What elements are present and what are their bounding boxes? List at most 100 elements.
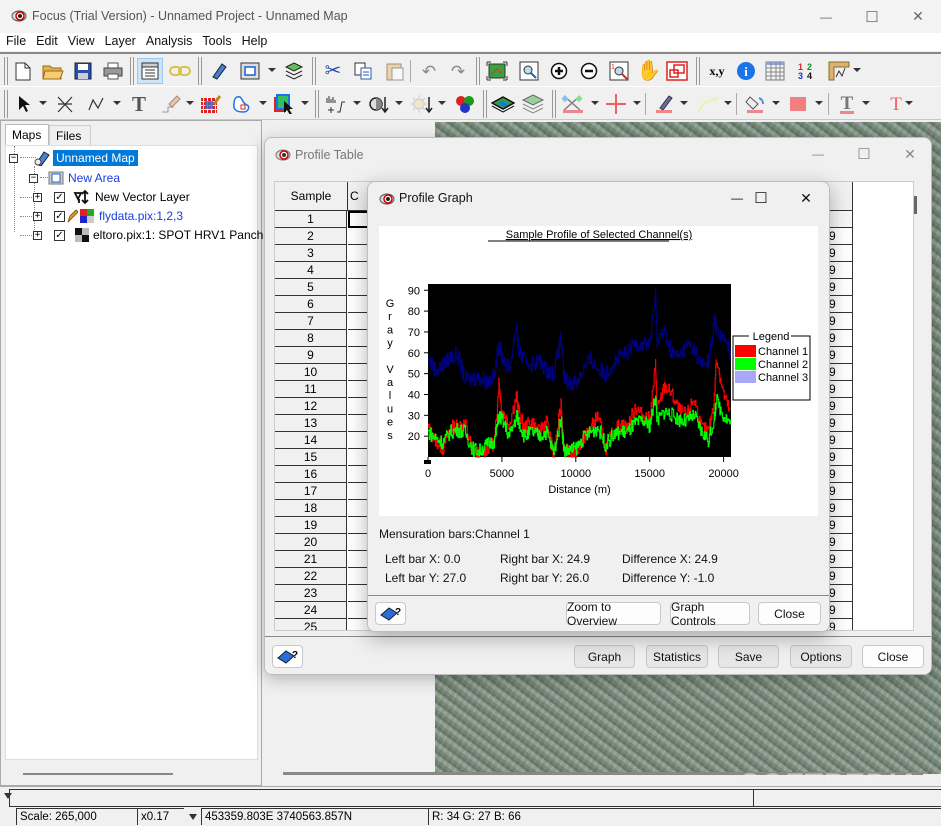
fill-bucket-dropdown[interactable] [772,101,780,105]
table-cell[interactable]: 9 [827,449,853,466]
zoom-box-icon[interactable] [516,58,542,84]
close-button[interactable]: ✕ [895,0,941,33]
point-style-icon[interactable] [560,91,586,117]
tab-files[interactable]: Files [49,125,91,145]
menu-layer[interactable]: Layer [100,33,141,48]
table-cell[interactable]: 9 [827,585,853,602]
new-file-icon[interactable] [10,58,36,84]
help-button[interactable]: ? [272,645,303,668]
select-raster-dropdown[interactable] [301,101,309,105]
area-icon[interactable] [237,58,263,84]
table-cell[interactable]: 9 [827,245,853,262]
enhancement-dropdown[interactable] [353,101,361,105]
table-cell[interactable]: 9 [827,398,853,415]
table-row-header[interactable]: 22 [275,568,347,585]
zoom-out-icon[interactable] [576,58,602,84]
layer-visibility-checkbox[interactable]: ✓ [54,191,65,203]
tree-item-area[interactable]: − New Area [29,169,120,187]
table-row-header[interactable]: 17 [275,483,347,500]
table-row-header[interactable]: 8 [275,330,347,347]
tree-item-layer[interactable]: + ✓ eltoro.pix:1: SPOT HRV1 Panchro [33,226,274,244]
pen-color-icon[interactable] [651,91,677,117]
layer-label[interactable]: New Vector Layer [95,190,190,204]
table-cell[interactable]: 9 [827,500,853,517]
minimize-button[interactable]: — [803,0,849,33]
brightness-icon[interactable] [409,91,435,117]
zoom-extent-icon[interactable] [484,58,510,84]
crosshair-icon[interactable] [603,91,629,117]
table-row-header[interactable]: 18 [275,500,347,517]
table-row-header[interactable]: 13 [275,415,347,432]
table-cell[interactable]: 9 [827,296,853,313]
tab-maps[interactable]: Maps [5,124,49,146]
zoom-in-icon[interactable] [546,58,572,84]
tree-item-layer[interactable]: + ✓ New Vector Layer [33,188,190,206]
table-cell[interactable]: 9 [827,228,853,245]
tree-item-layer[interactable]: + ✓ flydata.pix:1,2,3 [33,207,183,225]
minimize-button[interactable]: — [795,138,841,170]
paste-icon[interactable] [382,58,408,84]
close-button[interactable]: Close [758,602,821,625]
table-row-header[interactable]: 23 [275,585,347,602]
table-row-header[interactable]: 16 [275,466,347,483]
zoom-to-overview-button[interactable]: Zoom to Overview [566,600,661,628]
cut-icon[interactable]: ✂ [320,58,346,84]
text-color-dropdown[interactable] [905,101,913,105]
eraser-icon[interactable] [157,91,183,117]
font-icon[interactable]: T [834,91,860,117]
close-button[interactable]: ✕ [783,182,829,214]
polygon-icon[interactable] [229,91,255,117]
select-dropdown[interactable] [39,101,47,105]
table-row-header[interactable]: 5 [275,279,347,296]
layer-label[interactable]: flydata.pix:1,2,3 [99,209,183,223]
table-cell[interactable]: 9 [827,313,853,330]
table-cell[interactable]: 9 [827,432,853,449]
open-folder-icon[interactable] [40,58,66,84]
horizontal-scrollbar[interactable] [23,773,173,775]
table-cell[interactable]: 9 [827,330,853,347]
crosshair-dropdown[interactable] [633,101,641,105]
collapse-icon[interactable]: − [29,173,38,183]
table-row-header[interactable]: 12 [275,398,347,415]
contrast-icon[interactable] [366,91,392,117]
menu-view[interactable]: View [63,33,100,48]
options-button[interactable]: Options [790,645,852,668]
table-row-header[interactable]: 11 [275,381,347,398]
pan-hand-icon[interactable]: ✋ [636,58,662,84]
table-cell[interactable]: 9 [827,619,853,630]
select-arrow-icon[interactable] [11,91,37,117]
table-cell[interactable]: 9 [827,466,853,483]
menu-tools[interactable]: Tools [197,33,236,48]
area-dropdown[interactable] [268,68,276,72]
select-raster-icon[interactable] [271,91,297,117]
info-icon[interactable]: i [733,58,759,84]
table-row-header[interactable]: 6 [275,296,347,313]
statistics-button[interactable]: Statistics [646,645,708,668]
table-cell[interactable]: 9 [827,415,853,432]
brightness-dropdown[interactable] [438,101,446,105]
link-icon[interactable] [167,58,193,84]
table-row-header[interactable]: 24 [275,602,347,619]
table-row-header[interactable]: 3 [275,245,347,262]
table-cell[interactable]: 9 [827,517,853,534]
area-label[interactable]: New Area [68,171,120,185]
line-color-dropdown[interactable] [724,101,732,105]
polyline-dropdown[interactable] [113,101,121,105]
map-scroll-icon[interactable] [206,58,232,84]
table-cell[interactable]: 9 [827,534,853,551]
table-row-header[interactable]: 20 [275,534,347,551]
table-cell[interactable]: 9 [827,551,853,568]
ruler-profile-icon[interactable] [826,58,852,84]
numbers-icon[interactable]: 1234 [793,58,819,84]
table-row-header[interactable]: 2 [275,228,347,245]
map-label[interactable]: Unnamed Map [53,150,138,166]
fill-color-dropdown[interactable] [815,101,823,105]
table-cell[interactable]: 9 [827,602,853,619]
print-icon[interactable] [100,58,126,84]
help-button[interactable]: ? [375,602,406,625]
table-row-header[interactable]: 9 [275,347,347,364]
contrast-dropdown[interactable] [395,101,403,105]
layer-visibility-checkbox[interactable]: ✓ [54,229,65,241]
table-icon[interactable] [762,58,788,84]
table-row-header[interactable]: 15 [275,449,347,466]
